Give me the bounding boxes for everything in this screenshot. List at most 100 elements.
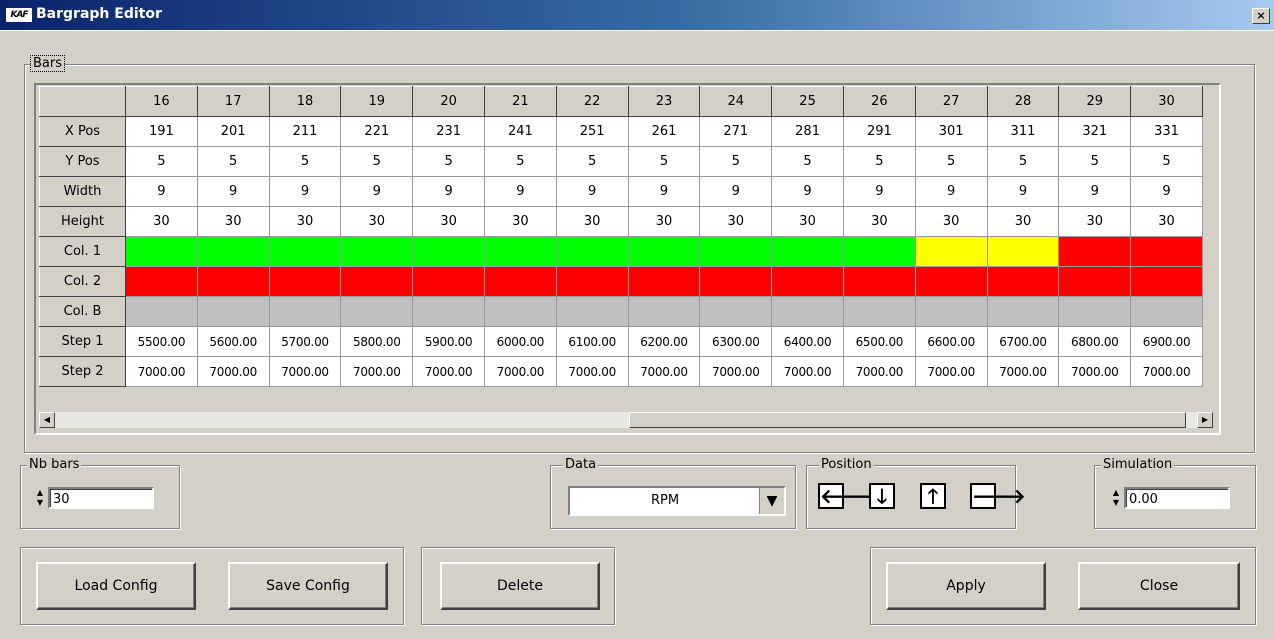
value-cell[interactable]: 311 [986, 116, 1060, 147]
color-cell[interactable] [771, 266, 844, 297]
value-cell[interactable]: 30 [196, 206, 270, 237]
value-cell[interactable]: 9 [627, 176, 701, 207]
value-cell[interactable]: 30 [412, 206, 485, 237]
value-cell[interactable]: 7000.00 [125, 356, 198, 387]
value-cell[interactable]: 7000.00 [412, 356, 485, 387]
row-header[interactable]: Step 2 [39, 356, 126, 387]
value-cell[interactable]: 251 [555, 116, 629, 147]
column-header[interactable]: 19 [340, 86, 414, 117]
value-cell[interactable]: 291 [842, 116, 916, 147]
color-cell[interactable] [412, 236, 485, 267]
color-cell[interactable] [699, 266, 773, 297]
value-cell[interactable]: 9 [555, 176, 629, 207]
value-cell[interactable]: 30 [1058, 206, 1132, 237]
color-cell[interactable] [986, 296, 1060, 327]
value-cell[interactable]: 5700.00 [268, 326, 342, 357]
value-cell[interactable]: 6400.00 [771, 326, 844, 357]
value-cell[interactable]: 9 [125, 176, 198, 207]
column-header[interactable]: 29 [1058, 86, 1132, 117]
value-cell[interactable]: 30 [268, 206, 342, 237]
value-cell[interactable]: 30 [842, 206, 916, 237]
row-header[interactable]: Step 1 [39, 326, 126, 357]
color-cell[interactable] [1130, 296, 1203, 327]
color-cell[interactable] [1130, 236, 1203, 267]
value-cell[interactable]: 6100.00 [555, 326, 629, 357]
value-cell[interactable]: 9 [196, 176, 270, 207]
column-header[interactable]: 24 [699, 86, 773, 117]
value-cell[interactable]: 6600.00 [914, 326, 988, 357]
close-button[interactable]: Close [1078, 562, 1240, 610]
apply-button[interactable]: Apply [886, 562, 1046, 610]
value-cell[interactable]: 301 [914, 116, 988, 147]
value-cell[interactable]: 5 [771, 146, 844, 177]
simulation-input[interactable]: 0.00 [1124, 487, 1230, 509]
value-cell[interactable]: 30 [771, 206, 844, 237]
row-header[interactable]: Width [39, 176, 126, 207]
scroll-right-icon[interactable]: ▶ [1197, 412, 1213, 428]
value-cell[interactable]: 30 [125, 206, 198, 237]
arrow-left-icon[interactable]: 🡐 [818, 483, 874, 509]
color-cell[interactable] [699, 236, 773, 267]
color-cell[interactable] [412, 296, 485, 327]
value-cell[interactable]: 211 [268, 116, 342, 147]
value-cell[interactable]: 9 [412, 176, 485, 207]
value-cell[interactable]: 9 [986, 176, 1060, 207]
value-cell[interactable]: 5 [986, 146, 1060, 177]
value-cell[interactable]: 5 [914, 146, 988, 177]
value-cell[interactable]: 6200.00 [627, 326, 701, 357]
color-cell[interactable] [268, 296, 342, 327]
color-cell[interactable] [340, 236, 414, 267]
value-cell[interactable]: 5 [196, 146, 270, 177]
color-cell[interactable] [196, 266, 270, 297]
color-cell[interactable] [125, 236, 198, 267]
arrow-down-icon[interactable]: 🡓 [869, 483, 895, 509]
column-header[interactable]: 30 [1130, 86, 1203, 117]
color-cell[interactable] [627, 266, 701, 297]
color-cell[interactable] [914, 236, 988, 267]
row-header[interactable]: Col. 1 [39, 236, 126, 267]
value-cell[interactable]: 7000.00 [1058, 356, 1132, 387]
value-cell[interactable]: 7000.00 [555, 356, 629, 387]
value-cell[interactable]: 9 [842, 176, 916, 207]
value-cell[interactable]: 7000.00 [627, 356, 701, 387]
value-cell[interactable]: 321 [1058, 116, 1132, 147]
column-header[interactable]: 25 [771, 86, 844, 117]
color-cell[interactable] [986, 266, 1060, 297]
value-cell[interactable]: 7000.00 [771, 356, 844, 387]
row-header[interactable]: Col. B [39, 296, 126, 327]
nb-bars-spinner[interactable]: ▲ ▼ [34, 488, 46, 510]
value-cell[interactable]: 6900.00 [1130, 326, 1203, 357]
row-header[interactable]: Col. 2 [39, 266, 126, 297]
value-cell[interactable]: 261 [627, 116, 701, 147]
value-cell[interactable]: 5600.00 [196, 326, 270, 357]
scroll-thumb[interactable] [629, 412, 1186, 428]
value-cell[interactable]: 30 [555, 206, 629, 237]
arrow-right-icon[interactable]: 🡒 [970, 483, 1026, 509]
column-header[interactable]: 21 [483, 86, 557, 117]
value-cell[interactable]: 5 [125, 146, 198, 177]
value-cell[interactable]: 7000.00 [196, 356, 270, 387]
value-cell[interactable]: 5 [555, 146, 629, 177]
value-cell[interactable]: 7000.00 [914, 356, 988, 387]
value-cell[interactable]: 9 [1130, 176, 1203, 207]
value-cell[interactable]: 5 [268, 146, 342, 177]
load-config-button[interactable]: Load Config [36, 562, 196, 610]
value-cell[interactable]: 6700.00 [986, 326, 1060, 357]
delete-button[interactable]: Delete [440, 562, 600, 610]
color-cell[interactable] [986, 236, 1060, 267]
simulation-spinner[interactable]: ▲ ▼ [1110, 488, 1122, 510]
value-cell[interactable]: 5 [412, 146, 485, 177]
value-cell[interactable]: 191 [125, 116, 198, 147]
row-header[interactable]: Y Pos [39, 146, 126, 177]
value-cell[interactable]: 30 [483, 206, 557, 237]
value-cell[interactable]: 231 [412, 116, 485, 147]
value-cell[interactable]: 6800.00 [1058, 326, 1132, 357]
color-cell[interactable] [340, 266, 414, 297]
row-header[interactable]: Height [39, 206, 126, 237]
value-cell[interactable]: 331 [1130, 116, 1203, 147]
chevron-down-icon[interactable]: ▼ [759, 488, 784, 514]
spin-up-icon[interactable]: ▲ [1110, 488, 1122, 498]
color-cell[interactable] [699, 296, 773, 327]
value-cell[interactable]: 30 [627, 206, 701, 237]
spin-up-icon[interactable]: ▲ [34, 488, 46, 498]
